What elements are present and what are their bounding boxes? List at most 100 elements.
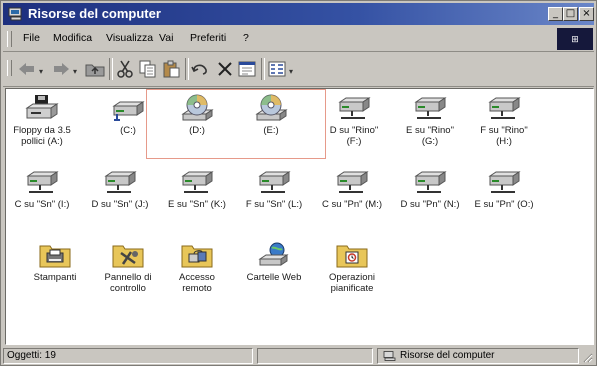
- network-drive-icon: [257, 168, 291, 196]
- cd-drive-icon: [180, 94, 214, 122]
- menu-vai[interactable]: Vai: [159, 32, 173, 44]
- item-label: F su "Sn" (L:): [245, 199, 303, 210]
- drive-item[interactable]: E su "Rino" (G:): [394, 94, 466, 147]
- views-button[interactable]: [267, 59, 287, 79]
- network-drive-icon: [335, 168, 369, 196]
- drive-item[interactable]: Cartelle Web: [238, 241, 310, 283]
- drive-item[interactable]: D su "Rino" (F:): [318, 94, 390, 147]
- delete-icon: [218, 62, 232, 76]
- drive-item[interactable]: Accesso remoto: [161, 241, 233, 294]
- network-drive-icon: [413, 94, 447, 122]
- menu-grip[interactable]: [7, 31, 12, 47]
- back-dropdown-icon[interactable]: ▾: [39, 67, 43, 76]
- paste-button[interactable]: [161, 59, 181, 79]
- close-button[interactable]: ×: [579, 7, 594, 21]
- status-bar: Oggetti: 19 Risorse del computer: [3, 347, 594, 365]
- toolbar-separator: [185, 58, 189, 80]
- delete-button[interactable]: [215, 59, 235, 79]
- cd-drive-icon: [254, 94, 288, 122]
- cut-button[interactable]: [115, 59, 135, 79]
- title-bar[interactable]: Risorse del computer _ □ ×: [3, 3, 594, 25]
- drive-item[interactable]: D su "Pn" (N:): [394, 168, 466, 210]
- drive-item[interactable]: F su "Rino" (H:): [468, 94, 540, 147]
- status-object-count: Oggetti: 19: [3, 348, 253, 364]
- toolbar-grip[interactable]: [7, 60, 12, 76]
- item-label: Stampanti: [33, 272, 77, 283]
- remote-access-icon: [180, 241, 214, 269]
- status-location-label: Risorse del computer: [400, 350, 495, 361]
- drive-item[interactable]: E su "Sn" (K:): [161, 168, 233, 210]
- my-computer-icon: [8, 7, 22, 21]
- cut-icon: [117, 60, 133, 78]
- item-label: (D:): [189, 125, 205, 136]
- copy-icon: [139, 60, 156, 78]
- drive-item[interactable]: F su "Sn" (L:): [238, 168, 310, 210]
- item-label: D su "Rino" (F:): [329, 125, 379, 147]
- menu-help[interactable]: ?: [243, 32, 249, 44]
- window-title: Risorse del computer: [28, 6, 161, 21]
- paste-icon: [163, 60, 180, 78]
- toolbar-separator: [109, 58, 113, 80]
- item-label: D su "Pn" (N:): [400, 199, 460, 210]
- drive-item[interactable]: E su "Pn" (O:): [468, 168, 540, 210]
- drive-item[interactable]: D su "Sn" (J:): [84, 168, 156, 210]
- menu-file[interactable]: File: [23, 32, 40, 44]
- drive-item[interactable]: (C:): [92, 94, 164, 136]
- drive-item[interactable]: (D:): [161, 94, 233, 136]
- menu-preferiti[interactable]: Preferiti: [190, 32, 226, 44]
- drive-item[interactable]: (E:): [235, 94, 307, 136]
- scheduled-tasks-icon: [335, 241, 369, 269]
- copy-button[interactable]: [138, 59, 158, 79]
- undo-button[interactable]: [191, 59, 211, 79]
- menu-visualizza[interactable]: Visualizza: [106, 32, 153, 44]
- item-label: E su "Rino" (G:): [406, 125, 454, 147]
- item-label: C su "Sn" (I:): [14, 199, 70, 210]
- drive-item[interactable]: Pannello di controllo: [92, 241, 164, 294]
- up-button[interactable]: [85, 59, 105, 79]
- drive-item[interactable]: C su "Pn" (M:): [316, 168, 388, 210]
- forward-dropdown-icon[interactable]: ▾: [73, 67, 77, 76]
- drive-item[interactable]: Stampanti: [19, 241, 91, 283]
- item-label: Floppy da 3.5 pollici (A:): [13, 125, 71, 147]
- network-drive-icon: [180, 168, 214, 196]
- file-view[interactable]: Floppy da 3.5 pollici (A:) (C:) (D:) (E:) D …: [5, 88, 594, 345]
- toolbar-separator: [261, 58, 265, 80]
- hard-disk-icon: [111, 94, 145, 122]
- properties-icon: [238, 61, 256, 77]
- maximize-button[interactable]: □: [563, 7, 578, 21]
- item-label: Accesso remoto: [179, 272, 215, 294]
- network-drive-icon: [487, 94, 521, 122]
- printers-folder-icon: [38, 241, 72, 269]
- menu-modifica[interactable]: Modifica: [53, 32, 92, 44]
- item-label: Operazioni pianificate: [329, 272, 375, 294]
- item-label: E su "Sn" (K:): [168, 199, 226, 210]
- undo-icon: [191, 64, 207, 75]
- network-drive-icon: [337, 94, 371, 122]
- web-folders-icon: [257, 241, 291, 269]
- my-computer-icon: [383, 351, 396, 361]
- up-folder-icon: [85, 64, 105, 77]
- network-drive-icon: [25, 168, 59, 196]
- explorer-window: Risorse del computer _ □ × File Modifica…: [0, 0, 597, 366]
- back-icon: [19, 63, 34, 75]
- status-panel: [257, 348, 373, 364]
- drive-item[interactable]: Floppy da 3.5 pollici (A:): [6, 94, 78, 147]
- network-drive-icon: [487, 168, 521, 196]
- drive-item[interactable]: Operazioni pianificate: [316, 241, 388, 294]
- item-label: E su "Pn" (O:): [474, 199, 534, 210]
- network-drive-icon: [103, 168, 137, 196]
- floppy-drive-icon: [25, 94, 59, 122]
- drive-item[interactable]: C su "Sn" (I:): [6, 168, 78, 210]
- views-dropdown-icon[interactable]: ▾: [289, 67, 293, 76]
- resize-grip-icon[interactable]: [581, 351, 593, 363]
- forward-button[interactable]: [51, 59, 71, 79]
- item-label: F su "Rino" (H:): [480, 125, 528, 147]
- item-label: Cartelle Web: [246, 272, 302, 283]
- back-button[interactable]: [17, 59, 37, 79]
- item-label: C su "Pn" (M:): [321, 199, 383, 210]
- menu-bar: File Modifica Visualizza Vai Preferiti ?…: [3, 27, 594, 52]
- minimize-button[interactable]: _: [548, 7, 563, 21]
- item-label: D su "Sn" (J:): [91, 199, 149, 210]
- views-icon: [268, 61, 286, 77]
- properties-button[interactable]: [237, 59, 257, 79]
